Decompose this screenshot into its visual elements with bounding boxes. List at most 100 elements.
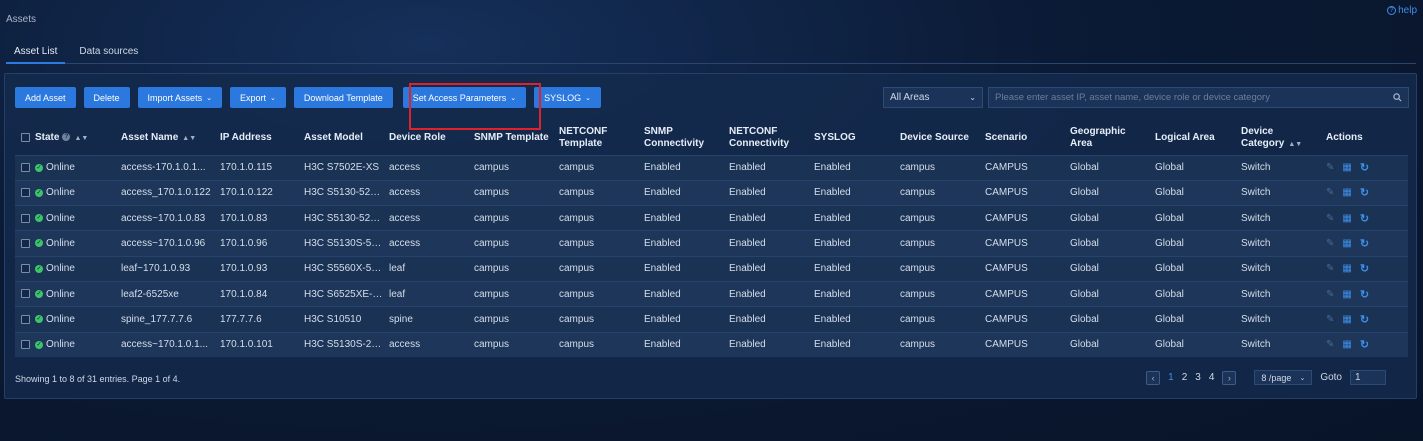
state-value: Online — [46, 263, 75, 275]
refresh-icon[interactable]: ↻ — [1360, 161, 1369, 174]
table-row[interactable]: ✓ Online access~170.1.0.96 170.1.0.96 H3C S5… — [15, 230, 1408, 257]
edit-icon[interactable]: ✎ — [1326, 162, 1334, 173]
table-row[interactable]: ✓ Online spine_177.7.7.6 177.7.7.6 H3C S1051… — [15, 306, 1408, 333]
tab-asset-list[interactable]: Asset List — [6, 44, 66, 64]
pagination: ‹ 1 2 3 4 › 8 /page ⌄ Goto 1 — [1146, 370, 1386, 385]
table-row[interactable]: ✓ Online access-170.1.0.1... 170.1.0.115 H3C… — [15, 155, 1408, 181]
edit-icon[interactable]: ✎ — [1326, 263, 1334, 274]
config-icon[interactable]: ▦ — [1342, 213, 1351, 224]
edit-icon[interactable]: ✎ — [1326, 289, 1334, 300]
refresh-icon[interactable]: ↻ — [1360, 237, 1369, 250]
edit-icon[interactable]: ✎ — [1326, 187, 1334, 198]
help-link[interactable]: ? help — [1387, 5, 1417, 16]
export-button[interactable]: Export ⌄ — [229, 87, 286, 108]
tab-data-sources[interactable]: Data sources — [71, 44, 146, 64]
cell-syslog: Enabled — [814, 288, 851, 300]
cell-netconf-t: campus — [559, 313, 595, 325]
help-icon: ? — [1387, 6, 1397, 15]
row-checkbox[interactable] — [21, 264, 30, 274]
actions-cell: ✎ ▦ ↻ — [1320, 256, 1408, 281]
config-icon[interactable]: ▦ — [1342, 314, 1351, 325]
state-value: Online — [46, 288, 75, 300]
config-icon[interactable]: ▦ — [1342, 187, 1351, 198]
edit-icon[interactable]: ✎ — [1326, 314, 1334, 325]
config-icon[interactable]: ▦ — [1342, 263, 1351, 274]
cell-geo: Global — [1070, 212, 1099, 224]
cell-role: access — [389, 212, 421, 224]
edit-icon[interactable]: ✎ — [1326, 213, 1334, 224]
table-row[interactable]: ✓ Online leaf~170.1.0.93 170.1.0.93 H3C S556… — [15, 256, 1408, 282]
sort-icon[interactable]: ▲▼ — [74, 135, 88, 142]
refresh-icon[interactable]: ↻ — [1360, 186, 1369, 199]
delete-button[interactable]: Delete — [83, 87, 130, 108]
cell-ip: 170.1.0.93 — [220, 263, 268, 275]
col-role: Device Role — [389, 132, 446, 144]
syslog-button[interactable]: SYSLOG ⌄ — [534, 87, 602, 108]
sort-icon[interactable]: ▲▼ — [182, 135, 196, 142]
cell-geo: Global — [1070, 313, 1099, 325]
row-checkbox[interactable] — [21, 188, 30, 198]
refresh-icon[interactable]: ↻ — [1360, 262, 1369, 275]
cell-syslog: Enabled — [814, 263, 851, 275]
cell-logical: Global — [1155, 212, 1184, 224]
row-checkbox[interactable] — [21, 314, 30, 324]
col-snmp-template: SNMP Template — [474, 132, 549, 144]
online-status-icon: ✓ — [35, 289, 43, 298]
col-device-category[interactable]: Device Category ▲▼ — [1235, 122, 1320, 155]
page-size-select[interactable]: 8 /page ⌄ — [1254, 370, 1313, 385]
page-1[interactable]: 1 — [1168, 372, 1174, 383]
select-all-checkbox[interactable] — [21, 132, 30, 142]
config-icon[interactable]: ▦ — [1342, 162, 1351, 173]
col-geographic-area: Geographic Area — [1070, 126, 1126, 150]
page-3[interactable]: 3 — [1195, 372, 1201, 383]
download-template-button[interactable]: Download Template — [293, 87, 393, 108]
config-icon[interactable]: ▦ — [1342, 289, 1351, 300]
state-cell: ✓ Online — [15, 231, 115, 256]
asset-table: State? ▲▼ Asset Name ▲▼ IP Address Asset M… — [15, 122, 1408, 358]
state-cell: ✓ Online — [15, 281, 115, 306]
cell-category: Switch — [1241, 313, 1271, 325]
refresh-icon[interactable]: ↻ — [1360, 338, 1369, 351]
page-title: Assets — [6, 14, 37, 25]
table-row[interactable]: ✓ Online access~170.1.0.1... 170.1.0.101 H3C… — [15, 332, 1408, 358]
col-state[interactable]: State? ▲▼ — [15, 122, 115, 155]
row-checkbox[interactable] — [21, 289, 30, 299]
cell-syslog: Enabled — [814, 313, 851, 325]
refresh-icon[interactable]: ↻ — [1360, 212, 1369, 225]
next-page-icon[interactable]: › — [1222, 370, 1237, 385]
sort-icon[interactable]: ▲▼ — [1288, 141, 1302, 148]
col-asset-name[interactable]: Asset Name ▲▼ — [115, 122, 214, 155]
search-icon[interactable] — [1393, 93, 1402, 102]
config-icon[interactable]: ▦ — [1342, 339, 1351, 350]
table-row[interactable]: ✓ Online access_170.1.0.122 170.1.0.122 H3C … — [15, 180, 1408, 206]
cell-syslog: Enabled — [814, 187, 851, 199]
help-icon: ? — [62, 133, 71, 142]
table-row[interactable]: ✓ Online access~170.1.0.83 170.1.0.83 H3C S5… — [15, 205, 1408, 231]
row-checkbox[interactable] — [21, 238, 30, 248]
add-asset-button[interactable]: Add Asset — [15, 87, 76, 108]
row-checkbox[interactable] — [21, 213, 30, 223]
cell-source: campus — [900, 162, 936, 174]
page-2[interactable]: 2 — [1182, 372, 1188, 383]
area-select[interactable]: All Areas ⌄ — [883, 87, 983, 108]
goto-input[interactable]: 1 — [1350, 370, 1386, 385]
search-placeholder: Please enter asset IP, asset name, devic… — [995, 92, 1270, 103]
actions-cell: ✎ ▦ ↻ — [1320, 206, 1408, 231]
search-input[interactable]: Please enter asset IP, asset name, devic… — [988, 87, 1409, 108]
page-4[interactable]: 4 — [1209, 372, 1215, 383]
row-checkbox[interactable] — [21, 340, 30, 350]
config-icon[interactable]: ▦ — [1342, 238, 1351, 249]
refresh-icon[interactable]: ↻ — [1360, 313, 1369, 326]
set-access-parameters-button[interactable]: Set Access Parameters ⌄ — [402, 87, 527, 108]
state-value: Online — [46, 212, 75, 224]
refresh-icon[interactable]: ↻ — [1360, 288, 1369, 301]
cell-snmp-t: campus — [474, 339, 510, 351]
edit-icon[interactable]: ✎ — [1326, 339, 1334, 350]
import-assets-button[interactable]: Import Assets ⌄ — [137, 87, 222, 108]
row-checkbox[interactable] — [21, 163, 30, 172]
cell-role: access — [389, 162, 421, 174]
cell-snmp-t: campus — [474, 313, 510, 325]
prev-page-icon[interactable]: ‹ — [1146, 370, 1161, 385]
table-row[interactable]: ✓ Online leaf2-6525xe 170.1.0.84 H3C S6525XE… — [15, 281, 1408, 307]
edit-icon[interactable]: ✎ — [1326, 238, 1334, 249]
